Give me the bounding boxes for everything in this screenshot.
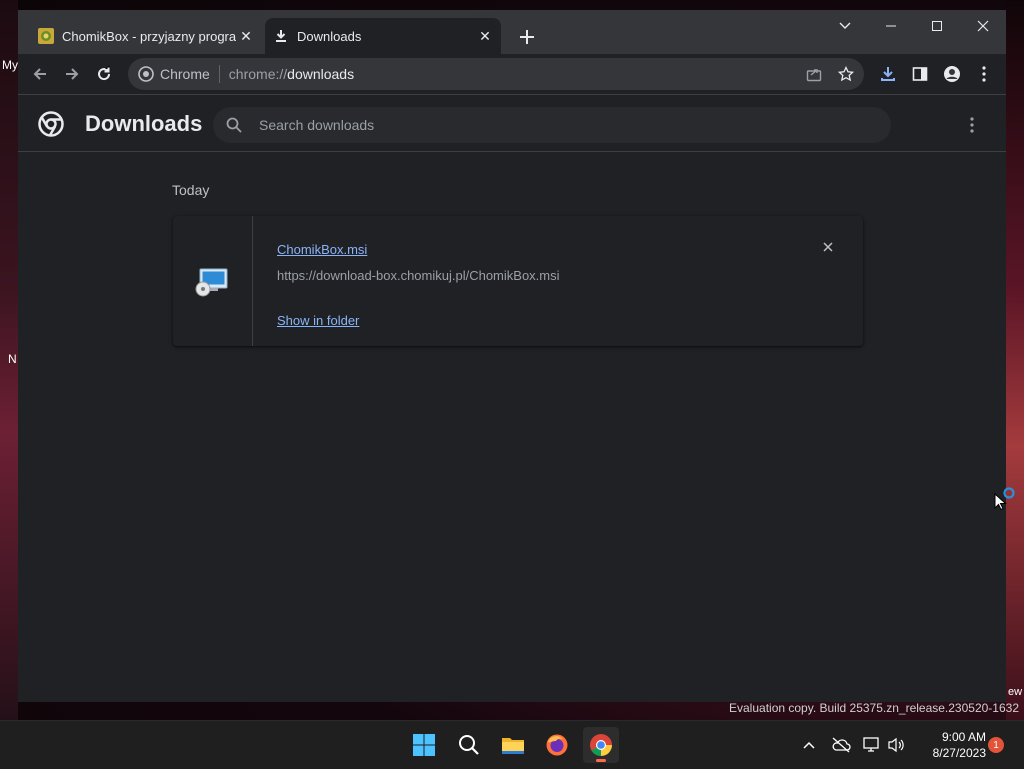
chrome-window: ChomikBox - przyjazny program ✕ Download… — [18, 10, 1006, 702]
tab-title: ChomikBox - przyjazny program — [62, 28, 236, 44]
maximize-icon — [932, 21, 942, 31]
active-app-indicator — [596, 759, 606, 762]
back-arrow-icon — [33, 68, 46, 80]
search-icon — [459, 735, 479, 755]
download-file-link[interactable]: ChomikBox.msi — [277, 242, 367, 257]
downloads-menu-button[interactable] — [960, 113, 984, 137]
network-button[interactable] — [860, 733, 884, 757]
desktop-icon-label[interactable]: My — [2, 58, 18, 72]
close-tab-icon[interactable]: ✕ — [475, 26, 495, 46]
taskbar-search-button[interactable] — [451, 727, 487, 763]
omnibox-chip: Chrome — [160, 66, 210, 82]
close-window-button[interactable] — [960, 10, 1006, 42]
clock-time: 9:00 AM — [941, 730, 986, 744]
taskbar: 9:00 AM 8/27/2023 1 — [0, 720, 1024, 769]
profile-button[interactable] — [938, 60, 966, 88]
downloads-button[interactable] — [874, 60, 902, 88]
reload-button[interactable] — [90, 60, 118, 88]
download-source-url[interactable]: https://download-box.chomikuj.pl/ChomikB… — [277, 268, 560, 283]
show-in-folder-link[interactable]: Show in folder — [277, 313, 359, 328]
chevron-down-icon — [839, 22, 851, 29]
chrome-logo-icon — [138, 66, 154, 82]
tab-strip: ChomikBox - przyjazny program ✕ Download… — [18, 10, 1006, 54]
clock-date: 8/27/2023 — [932, 746, 986, 760]
side-panel-icon — [912, 67, 928, 81]
date-heading: Today — [172, 182, 210, 198]
search-icon — [226, 117, 242, 133]
page-title: Downloads — [85, 111, 203, 136]
file-explorer-icon — [502, 738, 524, 754]
notification-badge[interactable]: 1 — [988, 737, 1004, 753]
new-tab-button[interactable] — [515, 25, 539, 49]
close-icon — [977, 20, 989, 32]
kebab-menu-icon — [970, 117, 974, 133]
tab-search-button[interactable] — [822, 10, 868, 42]
close-tab-icon[interactable]: ✕ — [236, 26, 256, 46]
kebab-menu-icon — [982, 66, 986, 82]
volume-icon — [888, 737, 904, 753]
downloads-header: Downloads — [18, 95, 1006, 152]
tab-title: Downloads — [297, 28, 362, 44]
bookmark-star-icon[interactable] — [838, 66, 854, 82]
onedrive-button[interactable] — [829, 733, 853, 757]
maximize-button[interactable] — [914, 10, 960, 42]
chrome-menu-button[interactable] — [970, 60, 998, 88]
share-icon[interactable] — [806, 66, 822, 82]
firefox-button[interactable] — [539, 727, 575, 763]
chrome-logo-icon — [38, 111, 64, 142]
tab-downloads[interactable]: Downloads ✕ — [265, 18, 501, 54]
url-scheme: chrome:// — [228, 66, 288, 82]
chrome-taskbar-button[interactable] — [583, 727, 619, 763]
download-item: ChomikBox.msi https://download-box.chomi… — [173, 216, 863, 346]
side-panel-button[interactable] — [906, 60, 934, 88]
minimize-icon — [886, 25, 896, 27]
network-icon — [863, 737, 879, 752]
browser-toolbar: Chrome chrome:// downloads — [18, 54, 1006, 95]
forward-arrow-icon — [66, 68, 79, 80]
busy-cursor-icon — [994, 486, 1018, 517]
plus-icon — [520, 30, 534, 44]
desktop-icon-label[interactable]: ew — [1008, 686, 1022, 698]
download-icon — [881, 67, 895, 81]
cloud-offline-icon — [832, 737, 851, 753]
remove-download-button[interactable] — [817, 236, 839, 258]
windows-start-icon — [413, 734, 435, 756]
taskbar-clock[interactable]: 9:00 AM 8/27/2023 — [916, 729, 986, 761]
download-icon — [273, 28, 289, 44]
minimize-button[interactable] — [868, 10, 914, 42]
firefox-icon — [546, 734, 568, 756]
start-button[interactable] — [406, 727, 442, 763]
tab-chomikbox[interactable]: ChomikBox - przyjazny program ✕ — [30, 18, 262, 54]
close-icon — [823, 242, 833, 252]
desktop-background-right — [1006, 0, 1024, 720]
omnibox-divider — [218, 65, 220, 83]
back-button[interactable] — [26, 60, 54, 88]
chrome-icon — [590, 734, 612, 756]
reload-icon — [98, 66, 111, 81]
volume-button[interactable] — [884, 733, 908, 757]
msi-installer-icon — [195, 268, 229, 298]
search-downloads-box[interactable] — [213, 107, 891, 143]
file-icon-column — [173, 216, 253, 346]
evaluation-watermark: Evaluation copy. Build 25375.zn_release.… — [729, 701, 1019, 715]
show-hidden-icons-button[interactable] — [797, 733, 821, 757]
profile-icon — [944, 66, 960, 82]
file-explorer-button[interactable] — [495, 727, 531, 763]
address-bar[interactable]: Chrome chrome:// downloads — [128, 58, 864, 90]
chomikbox-favicon — [38, 28, 54, 44]
search-input[interactable] — [257, 116, 861, 134]
chevron-up-icon — [803, 741, 815, 749]
forward-button[interactable] — [58, 60, 86, 88]
desktop-icon-label[interactable]: N — [8, 352, 17, 366]
url-host: downloads — [287, 66, 355, 82]
